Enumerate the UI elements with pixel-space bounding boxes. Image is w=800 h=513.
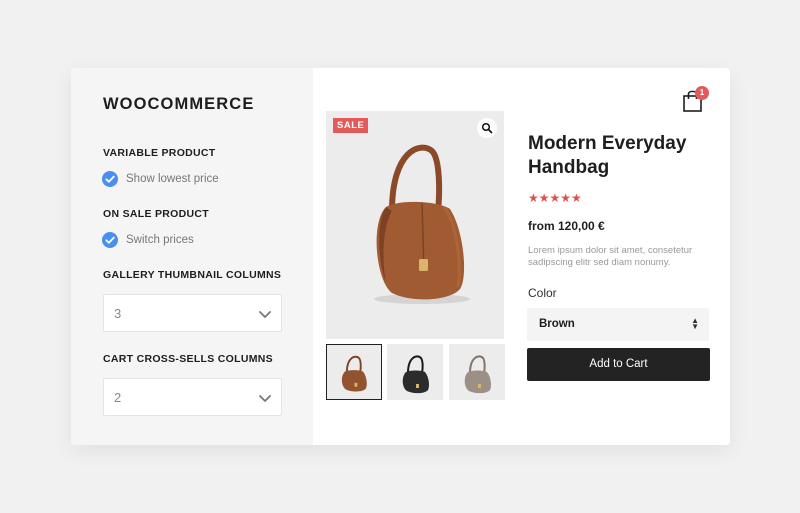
gallery-columns-heading: GALLERY THUMBNAIL COLUMNS <box>103 269 282 281</box>
gallery-columns-select[interactable]: 3 <box>103 294 282 332</box>
brown-handbag-thumbnail <box>341 355 367 392</box>
on-sale-product-heading: ON SALE PRODUCT <box>103 208 210 220</box>
show-lowest-price-label: Show lowest price <box>126 173 219 185</box>
cross-sells-columns-select[interactable]: 2 <box>103 378 282 416</box>
add-to-cart-button[interactable]: Add to Cart <box>527 348 710 381</box>
sale-badge: SALE <box>333 118 369 133</box>
product-title: Modern Everyday Handbag <box>528 133 687 178</box>
thumbnail-taupe[interactable] <box>449 344 505 400</box>
rating-stars: ★★★★★ <box>528 191 582 205</box>
thumbnail-brown[interactable] <box>326 344 382 400</box>
taupe-handbag-thumbnail <box>464 355 491 394</box>
magnifier-icon <box>481 122 493 134</box>
main-product-image[interactable]: SALE <box>326 111 504 339</box>
chevron-down-icon <box>258 307 272 325</box>
chevron-down-icon <box>258 391 272 409</box>
checkmark-icon <box>102 171 118 187</box>
switch-prices-label: Switch prices <box>126 234 194 246</box>
brand-title: WOOCOMMERCE <box>103 95 255 113</box>
show-lowest-price-checkbox[interactable]: Show lowest price <box>102 171 219 187</box>
black-handbag-thumbnail <box>402 355 429 394</box>
handbag-image <box>374 144 470 304</box>
gallery-columns-value: 3 <box>114 306 122 321</box>
color-value: Brown <box>539 318 575 330</box>
variable-product-heading: VARIABLE PRODUCT <box>103 147 216 159</box>
product-price: from 120,00 € <box>528 219 605 233</box>
product-card: WOOCOMMERCE VARIABLE PRODUCT Show lowest… <box>71 68 730 445</box>
switch-prices-checkbox[interactable]: Switch prices <box>102 232 194 248</box>
thumbnail-black[interactable] <box>387 344 443 400</box>
settings-panel: WOOCOMMERCE VARIABLE PRODUCT Show lowest… <box>71 68 313 445</box>
checkmark-icon <box>102 232 118 248</box>
cross-sells-columns-heading: CART CROSS-SELLS COLUMNS <box>103 353 273 365</box>
color-label: Color <box>528 286 557 300</box>
cart-count-badge: 1 <box>695 86 709 100</box>
select-arrows-icon: ▲ ▼ <box>691 316 699 331</box>
zoom-button[interactable] <box>477 118 497 138</box>
product-description: Lorem ipsum dolor sit amet, consetetur s… <box>528 245 693 268</box>
cross-sells-columns-value: 2 <box>114 390 122 405</box>
stars-glyphs: ★★★★★ <box>528 191 582 205</box>
color-select[interactable]: Brown ▲ ▼ <box>527 308 709 341</box>
